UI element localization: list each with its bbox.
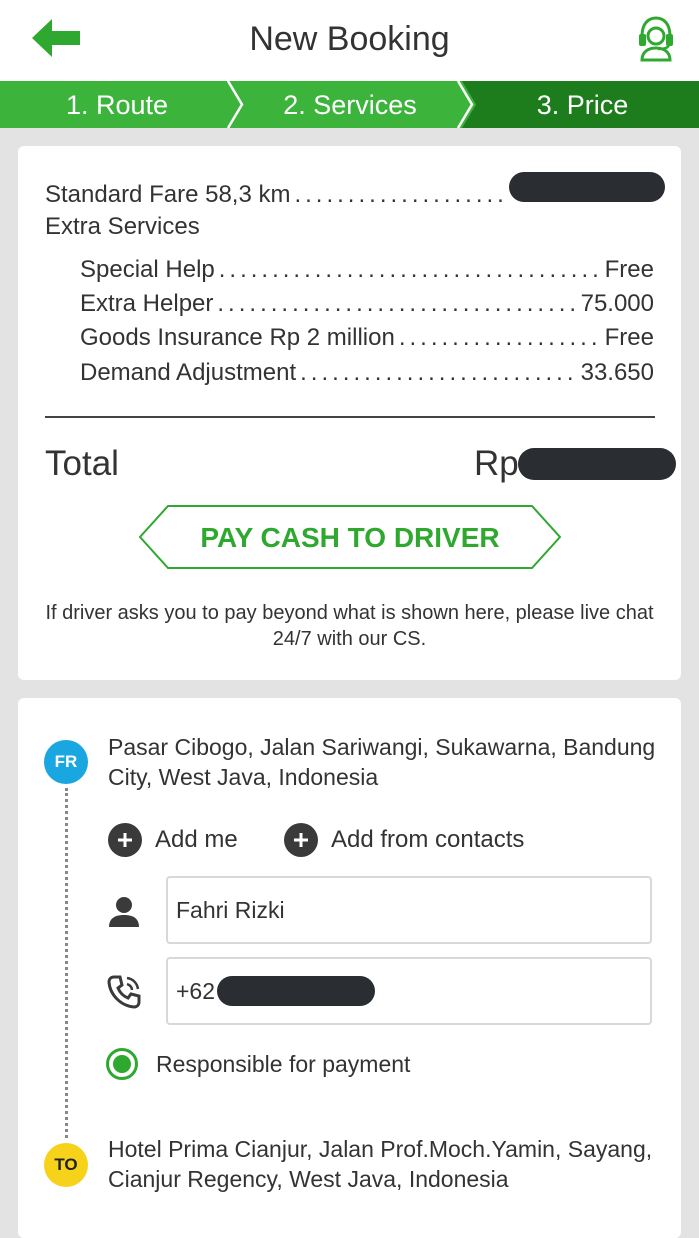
phone-prefix: +62 (176, 978, 216, 1004)
name-input[interactable]: Fahri Rizki (166, 876, 652, 944)
add-from-contacts-button[interactable]: Add from contacts (284, 822, 524, 858)
plus-icon (284, 823, 318, 857)
responsible-payment-radio[interactable]: Responsible for payment (106, 1048, 410, 1080)
route-line (65, 788, 68, 1138)
route-card: FR Pasar Cibogo, Jalan Sariwangi, Sukawa… (18, 698, 681, 1238)
extra-value: 75.000 (580, 290, 654, 317)
from-badge: FR (44, 740, 88, 784)
extra-value: 33.650 (580, 359, 654, 386)
extra-row: Special Help ...........................… (80, 256, 654, 283)
name-value: Fahri Rizki (176, 897, 285, 923)
extra-services-title: Extra Services (45, 213, 200, 240)
step-services[interactable]: 2. Services (234, 81, 466, 128)
add-from-contacts-label: Add from contacts (331, 826, 525, 853)
extra-row: Extra Helper ...........................… (80, 290, 654, 317)
radio-selected-icon (106, 1048, 138, 1080)
from-address: Pasar Cibogo, Jalan Sariwangi, Sukawarna… (108, 734, 656, 790)
cs-note: If driver asks you to pay beyond what is… (45, 602, 654, 650)
phone-icon (104, 972, 144, 1012)
support-button[interactable] (628, 10, 684, 66)
responsible-label: Responsible for payment (156, 1050, 411, 1077)
to-badge: TO (44, 1143, 88, 1187)
extra-label: Goods Insurance Rp 2 million (80, 324, 395, 351)
add-me-label: Add me (155, 826, 238, 853)
page-title: New Booking (249, 20, 450, 58)
extra-row: Goods Insurance Rp 2 million ...........… (80, 324, 654, 351)
price-card: Standard Fare 58,3 km ..................… (18, 146, 681, 680)
pay-cash-button[interactable]: PAY CASH TO DRIVER (138, 504, 562, 570)
extra-row: Demand Adjustment ......................… (80, 359, 654, 386)
plus-icon (108, 823, 142, 857)
total-currency: Rp (474, 444, 519, 483)
divider (45, 416, 655, 418)
booking-steps: 1. Route 2. Services 3. Price (0, 81, 699, 128)
extra-value: Free (604, 324, 654, 351)
extra-value: Free (604, 256, 654, 283)
to-address: Hotel Prima Cianjur, Jalan Prof.Moch.Yam… (108, 1136, 653, 1192)
add-me-button[interactable]: Add me (108, 822, 238, 858)
extra-label: Special Help (80, 256, 215, 283)
phone-input[interactable]: +62 (166, 957, 652, 1025)
total-label: Total (45, 444, 119, 483)
app-header: New Booking (0, 0, 699, 81)
extra-label: Demand Adjustment (80, 359, 297, 386)
standard-fare-label: Standard Fare 58,3 km (45, 181, 291, 208)
pay-cash-label: PAY CASH TO DRIVER (200, 522, 500, 553)
step-price[interactable]: 3. Price (466, 81, 699, 128)
standard-fare-row: Standard Fare 58,3 km ..................… (45, 172, 665, 210)
total-redacted (518, 448, 676, 480)
standard-fare-redacted (509, 172, 665, 202)
phone-redacted (217, 976, 376, 1006)
extra-label: Extra Helper (80, 290, 214, 317)
step-route[interactable]: 1. Route (0, 81, 234, 128)
headset-support-icon (639, 16, 673, 62)
person-icon (104, 892, 144, 932)
